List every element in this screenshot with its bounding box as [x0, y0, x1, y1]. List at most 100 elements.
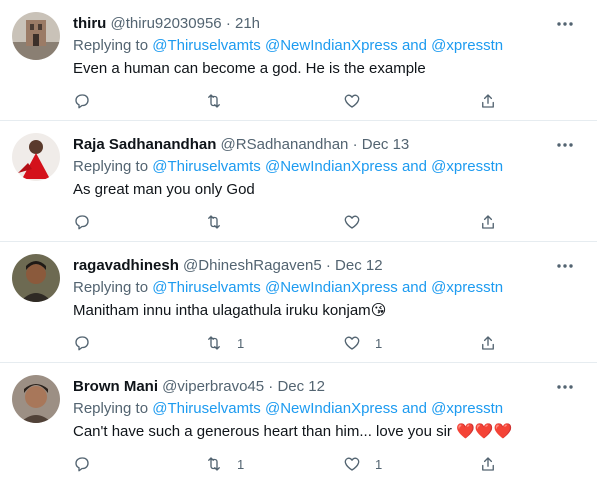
mention-link[interactable]: @Thiruselvamts — [152, 158, 261, 175]
share-icon — [482, 457, 494, 471]
more-options-icon[interactable] — [555, 135, 575, 155]
tweet-content: thiru @thiru92030956 · 21h Replying to @… — [73, 14, 581, 79]
tweet-body: Can't have such a generous heart than hi… — [73, 423, 452, 440]
more-options-icon[interactable] — [555, 14, 575, 34]
like-button[interactable] — [343, 211, 375, 233]
tweet-actions — [73, 90, 503, 112]
heart-icon — [344, 94, 360, 108]
replying-to: Replying to @Thiruselvamts @NewIndianXpr… — [73, 278, 581, 298]
replying-label: Replying to — [73, 158, 149, 175]
mention-link[interactable]: and — [402, 279, 427, 296]
tweet[interactable]: thiru @thiru92030956 · 21h Replying to @… — [0, 0, 597, 121]
timestamp[interactable]: 21h — [235, 15, 260, 32]
share-button[interactable] — [479, 453, 497, 475]
mention-link[interactable]: @xpresstn — [431, 37, 503, 54]
share-button[interactable] — [479, 90, 497, 112]
retweet-count: 1 — [237, 335, 245, 351]
retweet-icon — [208, 94, 220, 108]
avatar[interactable] — [12, 254, 60, 302]
mention-link[interactable]: @xpresstn — [431, 158, 503, 175]
retweet-button[interactable] — [205, 90, 237, 112]
share-button[interactable] — [479, 211, 497, 233]
reply-button[interactable] — [73, 90, 91, 112]
heart-icon — [344, 215, 360, 229]
reply-feed: thiru @thiru92030956 · 21h Replying to @… — [0, 0, 597, 484]
timestamp[interactable]: Dec 12 — [277, 378, 325, 395]
mention-link[interactable]: @NewIndianXpress — [265, 37, 398, 54]
kiss-emoji: 😘 — [370, 302, 387, 319]
separator-dot: · — [268, 378, 274, 395]
mention-link[interactable]: @xpresstn — [431, 400, 503, 417]
heart-icon — [344, 457, 360, 471]
like-button[interactable] — [343, 90, 375, 112]
mention-link[interactable]: @NewIndianXpress — [265, 158, 398, 175]
user-handle[interactable]: @DhineshRagaven5 — [183, 257, 322, 274]
more-options-icon[interactable] — [555, 377, 575, 397]
mention-link[interactable]: and — [402, 400, 427, 417]
share-icon — [482, 94, 494, 108]
display-name[interactable]: Brown Mani — [73, 378, 158, 395]
tweet-actions: 1 1 — [73, 332, 503, 354]
mention-link[interactable]: @NewIndianXpress — [265, 279, 398, 296]
like-button[interactable]: 1 — [343, 332, 382, 354]
user-handle[interactable]: @viperbravo45 — [162, 378, 264, 395]
mention-link[interactable]: @Thiruselvamts — [152, 279, 261, 296]
mention-link[interactable]: @Thiruselvamts — [152, 37, 261, 54]
display-name[interactable]: thiru — [73, 15, 106, 32]
tweet-content: ragavadhinesh @DhineshRagaven5 · Dec 12 … — [73, 256, 581, 321]
tweet-header: thiru @thiru92030956 · 21h — [73, 14, 581, 34]
tweet[interactable]: Brown Mani @viperbravo45 · Dec 12 Replyi… — [0, 363, 597, 484]
mention-link[interactable]: @xpresstn — [431, 279, 503, 296]
mention-link[interactable]: @Thiruselvamts — [152, 400, 261, 417]
retweet-icon — [208, 215, 220, 229]
retweet-button[interactable]: 1 — [205, 332, 244, 354]
user-handle[interactable]: @thiru92030956 — [111, 15, 222, 32]
mention-link[interactable]: @NewIndianXpress — [265, 400, 398, 417]
reply-icon — [75, 215, 89, 230]
tweet[interactable]: ragavadhinesh @DhineshRagaven5 · Dec 12 … — [0, 242, 597, 363]
tweet-text: As great man you only God — [73, 180, 581, 200]
replying-to: Replying to @Thiruselvamts @NewIndianXpr… — [73, 36, 581, 56]
retweet-button[interactable] — [205, 211, 237, 233]
reply-button[interactable] — [73, 453, 91, 475]
avatar[interactable] — [12, 12, 60, 60]
separator-dot: · — [352, 136, 358, 153]
like-count: 1 — [375, 456, 383, 472]
user-handle[interactable]: @RSadhanandhan — [221, 136, 349, 153]
tweet-text: Manitham innu intha ulagathula iruku kon… — [73, 301, 581, 321]
tweet-actions: 1 1 — [73, 453, 503, 475]
heart-icon — [344, 336, 360, 350]
display-name[interactable]: Raja Sadhanandhan — [73, 136, 216, 153]
replying-label: Replying to — [73, 400, 149, 417]
avatar[interactable] — [12, 375, 60, 423]
more-options-icon[interactable] — [555, 256, 575, 276]
timestamp[interactable]: Dec 12 — [335, 257, 383, 274]
tweet-content: Brown Mani @viperbravo45 · Dec 12 Replyi… — [73, 377, 581, 442]
mention-link[interactable]: and — [402, 158, 427, 175]
display-name[interactable]: ragavadhinesh — [73, 257, 179, 274]
share-button[interactable] — [479, 332, 497, 354]
mention-link[interactable]: and — [402, 37, 427, 54]
reply-button[interactable] — [73, 332, 91, 354]
avatar[interactable] — [12, 133, 60, 181]
tweet-body: Manitham innu intha ulagathula iruku kon… — [73, 302, 371, 319]
tweet[interactable]: Raja Sadhanandhan @RSadhanandhan · Dec 1… — [0, 121, 597, 242]
tweet-body: Even a human can become a god. He is the… — [73, 60, 426, 77]
separator-dot: · — [225, 15, 231, 32]
tweet-body: As great man you only God — [73, 181, 255, 198]
replying-to: Replying to @Thiruselvamts @NewIndianXpr… — [73, 157, 581, 177]
like-count: 1 — [375, 335, 383, 351]
reply-button[interactable] — [73, 211, 91, 233]
share-icon — [482, 336, 494, 350]
tweet-text: Even a human can become a god. He is the… — [73, 59, 581, 79]
tweet-text: Can't have such a generous heart than hi… — [73, 422, 581, 442]
reply-icon — [75, 94, 89, 109]
retweet-icon — [208, 336, 220, 350]
share-icon — [482, 215, 494, 229]
replying-label: Replying to — [73, 37, 149, 54]
timestamp[interactable]: Dec 13 — [362, 136, 410, 153]
retweet-button[interactable]: 1 — [205, 453, 244, 475]
separator-dot: · — [325, 257, 331, 274]
tweet-actions — [73, 211, 503, 233]
like-button[interactable]: 1 — [343, 453, 382, 475]
